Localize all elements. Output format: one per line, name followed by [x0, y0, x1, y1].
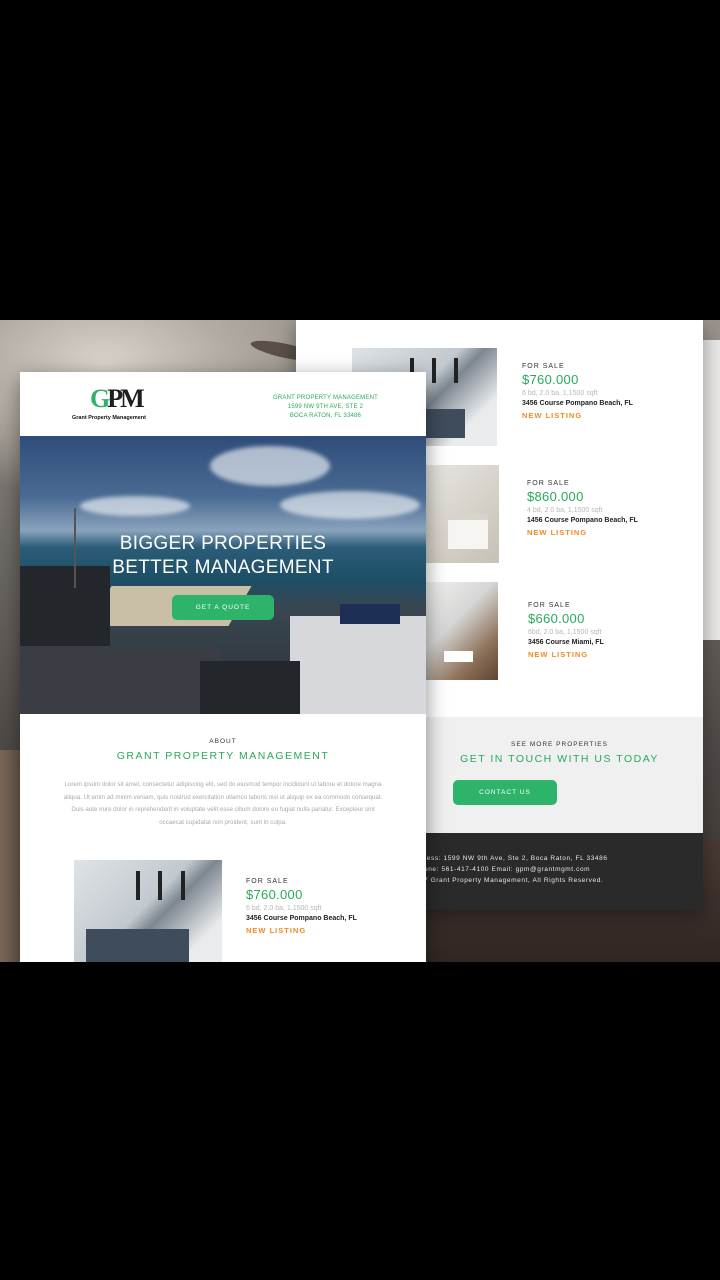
hero-building [290, 616, 426, 714]
for-sale-label: FOR SALE [528, 602, 571, 609]
listing-address: 3456 Course Pompano Beach, FL [246, 915, 357, 922]
listing-meta: 4 bd, 2.0 ba, 1,1500 sqft [527, 507, 603, 514]
about-label: ABOUT [209, 738, 237, 745]
listing-address: 1456 Course Pompano Beach, FL [527, 517, 638, 524]
hero-cloud [280, 491, 420, 519]
for-sale-label: FOR SALE [522, 363, 565, 370]
logo-mark: GPM [90, 384, 145, 413]
listing-photo-kitchen[interactable] [74, 860, 222, 962]
header-address-line: BOCA RATON, FL 33486 [289, 413, 362, 419]
for-sale-label: FOR SALE [527, 480, 570, 487]
see-more-heading: GET IN TOUCH WITH US TODAY [460, 753, 659, 765]
footer-address: ress: 1599 NW 9th Ave, Ste 2, Boca Raton… [424, 855, 608, 862]
new-listing-link[interactable]: NEW LISTING [528, 650, 604, 659]
listing-address: 3456 Course Miami, FL [528, 639, 604, 646]
logo-subtitle: Grant Property Management [72, 415, 146, 421]
for-sale-label: FOR SALE [246, 878, 289, 885]
email-preview-front: GPM Grant Property Management GRANT PROP… [20, 372, 426, 962]
listing-photo-living[interactable] [426, 582, 498, 680]
mockup-background: FOR SALE $760.000 6 bd, 2.0 ba, 1,1500 s… [0, 320, 720, 962]
listing-price: $660.000 [528, 611, 585, 626]
about-section: ABOUT GRANT PROPERTY MANAGEMENT Lorem ip… [20, 714, 426, 829]
email-header: GPM Grant Property Management GRANT PROP… [20, 372, 426, 436]
header-address-line: 1599 NW 9TH AVE, STE 2 [287, 404, 364, 410]
footer-copyright: 7 Grant Property Management, All Rights … [424, 877, 604, 884]
hero-title-line: BIGGER PROPERTIES [119, 533, 327, 554]
company-logo[interactable]: GPM Grant Property Management [72, 384, 162, 424]
new-listing-link[interactable]: NEW LISTING [527, 528, 638, 537]
listing-info: FOR SALE $760.000 6 bd, 2.0 ba, 1,1500 s… [522, 363, 633, 420]
hero-cloud [210, 446, 330, 486]
header-address-line: GRANT PROPERTY MANAGEMENT [272, 395, 378, 401]
listing-meta: 6 bd, 2.0 ba, 1,1500 sqft [522, 390, 598, 397]
listing-info: FOR SALE $660.000 6bd, 2.0 ba, 1,1500 sq… [528, 602, 604, 659]
listing-card[interactable]: FOR SALE $760.000 6 bd, 2.0 ba, 1,1500 s… [20, 860, 426, 962]
about-heading: GRANT PROPERTY MANAGEMENT [116, 750, 330, 762]
listing-price: $860.000 [527, 489, 584, 504]
new-listing-link[interactable]: NEW LISTING [522, 411, 633, 420]
listing-meta: 6 bd, 2.0 ba, 1,1500 sqft [246, 905, 322, 912]
listing-price: $760.000 [246, 887, 303, 902]
listing-photo-bedroom[interactable] [426, 465, 499, 563]
new-listing-link[interactable]: NEW LISTING [246, 926, 357, 935]
footer-contact: one: 561-417-4100 Email: gpm@grantmgmt.c… [424, 866, 591, 873]
listing-info: FOR SALE $860.000 4 bd, 2.0 ba, 1,1500 s… [527, 480, 638, 537]
listing-meta: 6bd, 2.0 ba, 1,1500 sqft [528, 629, 602, 636]
contact-us-button[interactable]: CONTACT US [453, 780, 557, 805]
listing-price: $760.000 [522, 372, 579, 387]
hero-cloud [80, 496, 190, 516]
hero-building [20, 646, 220, 714]
listing-info: FOR SALE $760.000 6 bd, 2.0 ba, 1,1500 s… [246, 878, 357, 935]
see-more-label: SEE MORE PROPERTIES [511, 741, 608, 748]
hero-building-roof [340, 604, 400, 624]
hero-title: BIGGER PROPERTIES BETTER MANAGEMENT [20, 532, 426, 580]
get-a-quote-button[interactable]: GET A QUOTE [172, 595, 274, 620]
header-address: GRANT PROPERTY MANAGEMENT 1599 NW 9TH AV… [273, 394, 378, 421]
hero-title-line: BETTER MANAGEMENT [112, 557, 334, 578]
about-body: Lorem ipsum dolor sit amet, consectetur … [63, 781, 383, 826]
listing-address: 3456 Course Pompano Beach, FL [522, 400, 633, 407]
hero-banner: BIGGER PROPERTIES BETTER MANAGEMENT GET … [20, 436, 426, 714]
hero-building [200, 661, 300, 714]
